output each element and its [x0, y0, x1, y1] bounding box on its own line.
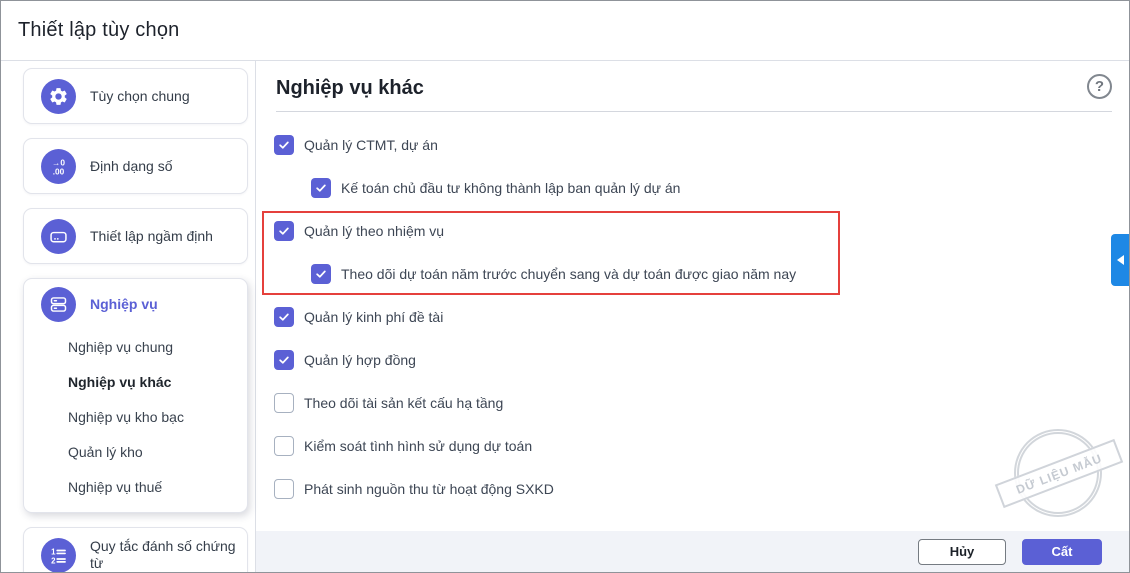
option-row[interactable]: Theo dõi tài sản kết cấu hạ tầng	[274, 381, 1109, 424]
option-label: Theo dõi dự toán năm trước chuyển sang v…	[341, 265, 797, 282]
option-label: Theo dõi tài sản kết cấu hạ tầng	[304, 394, 504, 411]
sidebar-item-tuy-chon-chung[interactable]: Tùy chọn chung	[23, 68, 248, 124]
option-row[interactable]: Kiểm soát tình hình sử dụng dự toán	[274, 424, 1109, 467]
checkbox[interactable]	[274, 478, 294, 499]
dialog-body: Tùy chọn chung →0.00 Định dạng số Thiết …	[1, 61, 1129, 572]
sidebar-sub-item[interactable]: Nghiệp vụ khác	[24, 364, 247, 399]
stack-icon	[41, 286, 76, 322]
collapse-panel-tab[interactable]	[1111, 234, 1129, 286]
checkbox[interactable]	[274, 134, 294, 155]
cancel-button[interactable]: Hủy	[918, 538, 1006, 565]
svg-text:.00: .00	[53, 166, 65, 176]
option-label: Quản lý theo nhiệm vụ	[304, 222, 445, 239]
section-title: Nghiệp vụ khác	[276, 76, 424, 99]
checkbox[interactable]	[274, 392, 294, 413]
option-label: Quản lý hợp đồng	[304, 351, 416, 368]
svg-text:2: 2	[51, 556, 56, 565]
numbered-list-icon: 12	[41, 537, 76, 572]
dialog-title: Thiết lập tùy chọn	[18, 19, 180, 41]
option-label: Quản lý kinh phí đề tài	[304, 308, 444, 325]
number-format-icon: →0.00	[41, 148, 76, 184]
checkbox[interactable]	[311, 263, 331, 284]
footer-bar: Hủy Cất	[256, 531, 1129, 572]
option-row[interactable]: Quản lý hợp đồng	[274, 338, 1109, 381]
checkbox[interactable]	[274, 306, 294, 327]
help-icon[interactable]: ?	[1087, 73, 1112, 99]
option-row[interactable]: Quản lý CTMT, dự án	[274, 123, 1109, 166]
option-label: Kiểm soát tình hình sử dụng dự toán	[304, 437, 533, 454]
sidebar-sub-item[interactable]: Quản lý kho	[24, 434, 247, 469]
checkbox[interactable]	[274, 435, 294, 456]
settings-dialog: Thiết lập tùy chọn Tùy chọn chung →0.00 …	[0, 0, 1130, 573]
checkbox[interactable]	[274, 349, 294, 370]
sidebar-item-nghiep-vu[interactable]: Nghiệp vụ Nghiệp vụ chung Nghiệp vụ khác N…	[23, 278, 248, 513]
chevron-left-icon	[1116, 255, 1124, 265]
option-label: Phát sinh nguồn thu từ hoạt động SXKD	[304, 480, 554, 497]
sidebar: Tùy chọn chung →0.00 Định dạng số Thiết …	[1, 61, 256, 572]
sidebar-sub-list: Nghiệp vụ chung Nghiệp vụ khác Nghiệp vụ k…	[24, 329, 247, 504]
titlebar: Thiết lập tùy chọn	[1, 1, 1129, 61]
option-row[interactable]: Phát sinh nguồn thu từ hoạt động SXKD	[274, 467, 1109, 510]
option-row[interactable]: Quản lý theo nhiệm vụ	[274, 209, 1109, 252]
svg-text:1: 1	[51, 547, 56, 556]
sidebar-sub-item[interactable]: Nghiệp vụ kho bạc	[24, 399, 247, 434]
sidebar-item-thiet-lap-ngam-dinh[interactable]: Thiết lập ngầm định	[23, 208, 248, 264]
sidebar-item-quy-tac-danh-so-chung-tu[interactable]: 12 Quy tắc đánh số chứng từ	[23, 527, 248, 572]
save-button[interactable]: Cất	[1022, 538, 1102, 565]
option-row[interactable]: Kế toán chủ đầu tư không thành lập ban q…	[311, 166, 1109, 209]
sidebar-item-dinh-dang-so[interactable]: →0.00 Định dạng số	[23, 138, 248, 194]
sidebar-sub-item[interactable]: Nghiệp vụ thuế	[24, 469, 247, 504]
option-row[interactable]: Quản lý kinh phí đề tài	[274, 295, 1109, 338]
checkbox[interactable]	[274, 220, 294, 241]
sidebar-sub-item[interactable]: Nghiệp vụ chung	[24, 329, 247, 364]
checkbox[interactable]	[311, 177, 331, 198]
option-label: Kế toán chủ đầu tư không thành lập ban q…	[341, 179, 681, 196]
gear-icon	[41, 78, 76, 114]
option-label: Quản lý CTMT, dự án	[304, 136, 438, 153]
options-list: Quản lý CTMT, dự án Kế toán chủ đầu tư k…	[256, 112, 1129, 510]
option-row[interactable]: Theo dõi dự toán năm trước chuyển sang v…	[311, 252, 1109, 295]
drive-icon	[41, 218, 76, 254]
main-header: Nghiệp vụ khác ?	[256, 61, 1129, 111]
main-panel: Nghiệp vụ khác ? Quản lý CTMT, dự án Kế …	[256, 61, 1129, 572]
